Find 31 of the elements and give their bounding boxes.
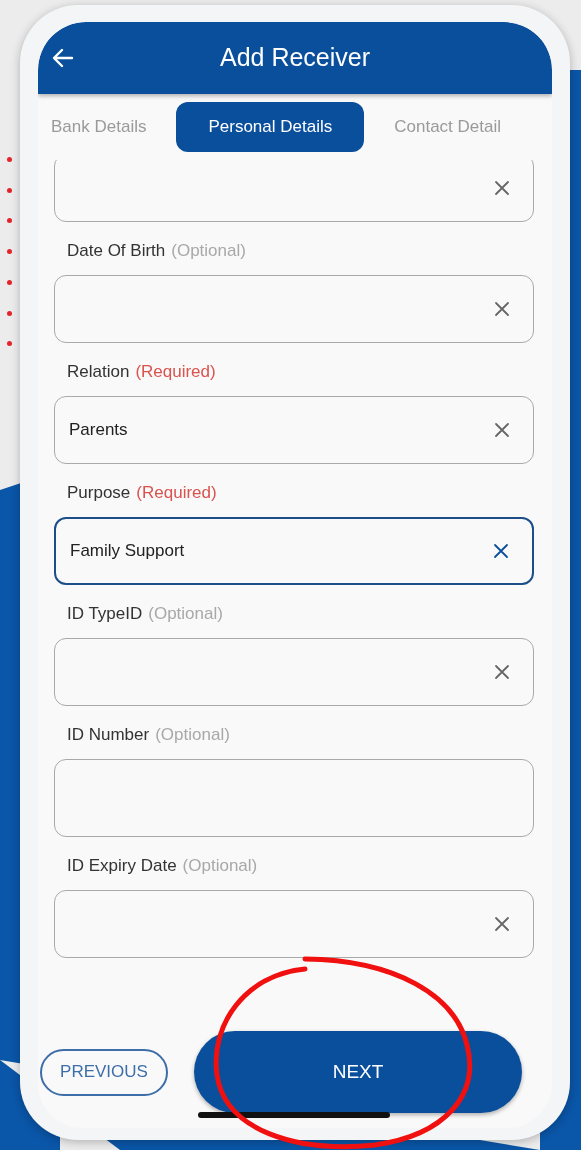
input-field[interactable]: Parents xyxy=(54,396,534,464)
field-hint: (Required) xyxy=(136,481,217,504)
input-field[interactable] xyxy=(54,638,534,706)
tab[interactable]: Personal Details xyxy=(176,102,365,152)
input-field[interactable] xyxy=(54,890,534,958)
field-hint: (Optional) xyxy=(171,239,246,262)
input-field[interactable]: Family Support xyxy=(54,517,534,585)
clear-icon[interactable] xyxy=(493,543,509,559)
clear-icon[interactable] xyxy=(494,422,510,438)
field-label: Date Of Birth xyxy=(67,239,166,262)
next-button[interactable]: NEXT xyxy=(194,1031,522,1113)
clear-icon[interactable] xyxy=(494,664,510,680)
field-hint: (Optional) xyxy=(182,854,258,877)
input-field[interactable] xyxy=(54,759,534,837)
field-hint: (Optional) xyxy=(155,723,230,746)
field-label: ID TypeID xyxy=(67,602,143,625)
clear-icon[interactable] xyxy=(494,916,510,932)
field-label: ID Expiry Date xyxy=(67,854,177,877)
field-hint: (Required) xyxy=(135,360,216,383)
clear-icon[interactable] xyxy=(494,180,510,196)
field-label: ID Number xyxy=(67,723,150,746)
input-field[interactable] xyxy=(54,275,534,343)
clear-icon[interactable] xyxy=(494,301,510,317)
screen-title: Add Receiver xyxy=(219,42,371,74)
field-value: Family Support xyxy=(70,540,186,563)
back-arrow-icon[interactable] xyxy=(52,48,74,68)
field-value: Parents xyxy=(69,419,129,442)
previous-button[interactable]: PREVIOUS xyxy=(40,1048,168,1096)
field-hint: (Optional) xyxy=(148,602,223,625)
field-label: Relation xyxy=(67,360,130,383)
field-label: Purpose xyxy=(67,481,131,504)
